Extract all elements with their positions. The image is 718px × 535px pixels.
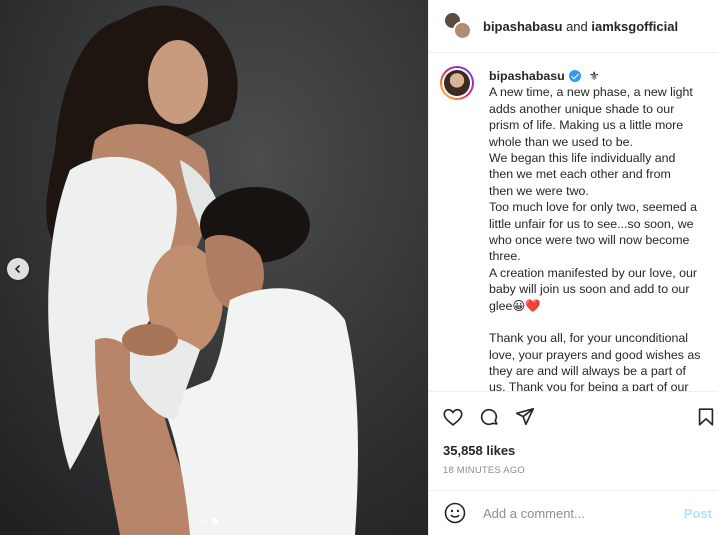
caption-line: three. — [489, 249, 521, 264]
caption-line: adds another unique shade to our — [489, 101, 675, 116]
author-link[interactable]: bipashabasu — [483, 19, 562, 34]
post-timestamp[interactable]: 18 MINUTES AGO — [443, 465, 525, 476]
caption-line: baby will join us soon and add to our — [489, 282, 690, 297]
bookmark-icon[interactable] — [695, 406, 717, 428]
post-authors: bipashabasu and iamksgofficial — [483, 19, 678, 34]
carousel-dot-active — [212, 518, 218, 524]
caption-line: Too much love for only two, seemed a — [489, 200, 697, 215]
post-photo — [0, 0, 428, 535]
comment-icon[interactable] — [478, 406, 500, 428]
caption-line: whole than we used to be. — [489, 134, 633, 149]
collab-avatars[interactable] — [443, 11, 473, 41]
caption-username[interactable]: bipashabasu ⚜ — [489, 68, 600, 84]
comment-input[interactable] — [481, 504, 675, 522]
avatar — [453, 21, 472, 40]
caption-line: they are and will always be a part of — [489, 363, 686, 378]
caption-line: then we met each other and from — [489, 167, 671, 182]
likes-count[interactable]: 35,858 likes — [443, 443, 515, 458]
chevron-left-icon — [14, 264, 21, 274]
caption-line: prism of life. Making us a little more — [489, 118, 684, 133]
post-media[interactable] — [0, 0, 428, 535]
caption-line: then we were two. — [489, 183, 589, 198]
caption-line: who once were two will now become — [489, 233, 690, 248]
caption-scroll[interactable]: bipashabasu ⚜ A new time, a new phase, a… — [429, 53, 718, 391]
post-side-panel: bipashabasu and iamksgofficial bipashaba… — [428, 0, 718, 535]
caption-line: Thank you all, for your unconditional — [489, 331, 689, 346]
caption-line: us. Thank you for being a part of our — [489, 380, 689, 391]
verified-badge-icon — [568, 70, 581, 83]
author-connector: and — [562, 18, 592, 34]
caption-line: We began this life individually and — [489, 151, 676, 166]
caption-avatar[interactable] — [440, 66, 474, 100]
post-comment-button[interactable]: Post — [684, 506, 712, 521]
caption: bipashabasu ⚜ A new time, a new phase, a… — [489, 68, 711, 391]
post-dialog: bipashabasu and iamksgofficial bipashaba… — [0, 0, 718, 535]
caption-line: love, your prayers and good wishes as — [489, 347, 701, 362]
post-actions — [429, 391, 718, 443]
emoji-icon[interactable] — [443, 501, 467, 525]
carousel-prev-button[interactable] — [7, 258, 29, 280]
caption-line: little unfair for us to see...so soon, w… — [489, 216, 694, 231]
carousel-dot — [202, 518, 208, 524]
caption-line: A creation manifested by our love, our — [489, 265, 698, 280]
post-header: bipashabasu and iamksgofficial — [429, 0, 718, 53]
caption-line: A new time, a new phase, a new light — [489, 85, 693, 100]
caption-line: glee😀❤️ — [489, 298, 541, 313]
emblem-icon: ⚜ — [588, 69, 600, 83]
carousel-indicator — [202, 518, 218, 524]
heart-icon[interactable] — [442, 406, 464, 428]
comment-bar: Post — [429, 490, 718, 535]
send-icon[interactable] — [514, 406, 536, 428]
author-link[interactable]: iamksgofficial — [591, 19, 678, 34]
